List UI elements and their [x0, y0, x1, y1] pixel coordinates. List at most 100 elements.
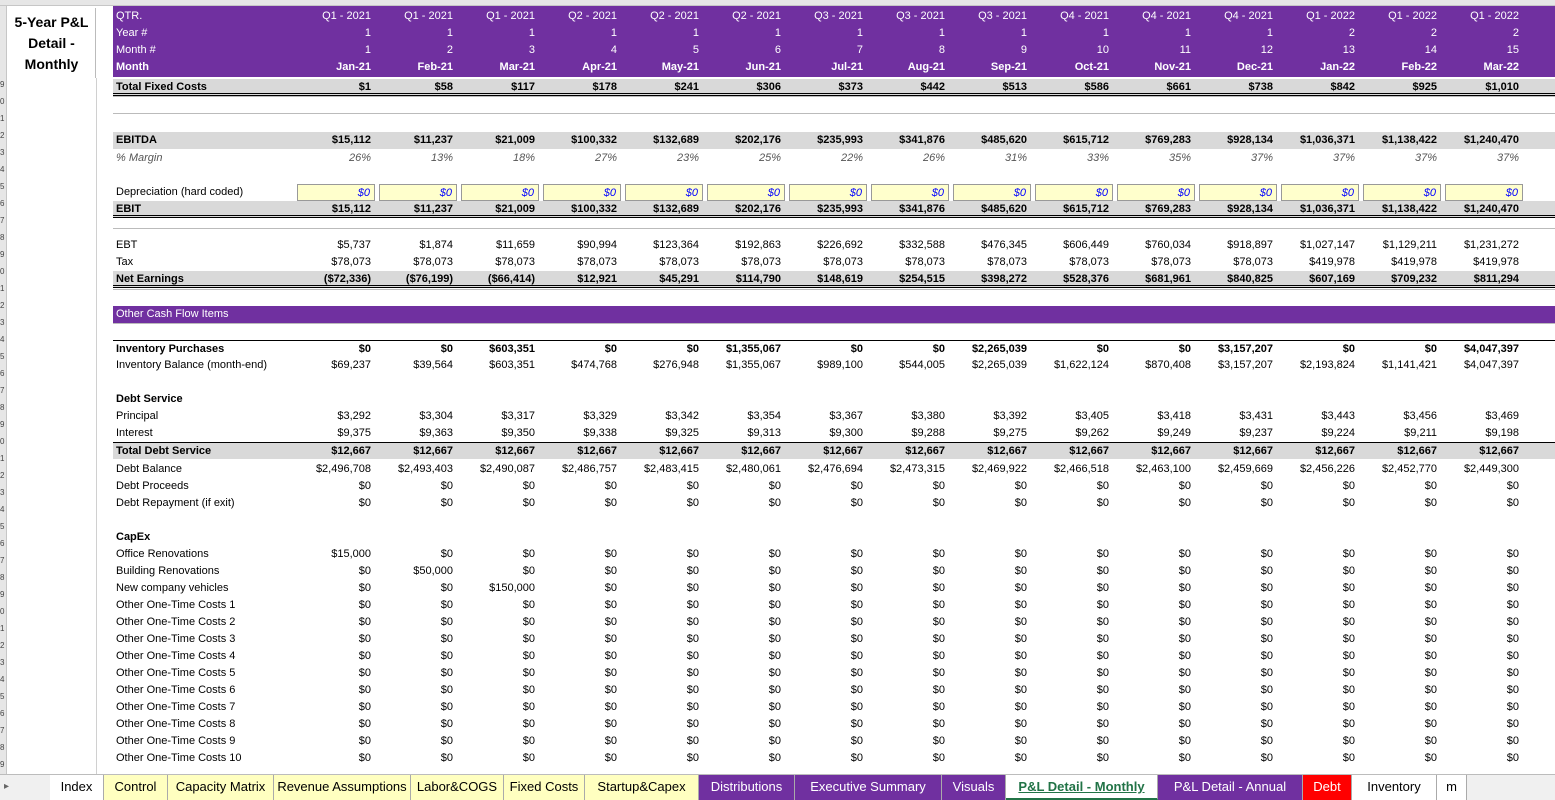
- header-cell[interactable]: Jul-21: [785, 59, 867, 76]
- table-cell[interactable]: $9,224: [1281, 425, 1359, 442]
- row-number[interactable]: 3: [0, 488, 7, 498]
- table-cell[interactable]: $0: [1363, 597, 1441, 614]
- table-cell[interactable]: $12,667: [297, 443, 375, 460]
- row-label[interactable]: New company vehicles: [116, 580, 229, 597]
- table-cell[interactable]: $513: [953, 79, 1031, 96]
- table-cell[interactable]: $0: [707, 648, 785, 665]
- table-cell[interactable]: 23%: [625, 150, 703, 167]
- table-cell[interactable]: $0: [1281, 546, 1359, 563]
- table-cell[interactable]: $0: [1035, 597, 1113, 614]
- table-cell[interactable]: 33%: [1035, 150, 1113, 167]
- table-cell[interactable]: $0: [707, 184, 785, 201]
- table-cell[interactable]: $0: [297, 631, 375, 648]
- table-cell[interactable]: $0: [1363, 478, 1441, 495]
- table-cell[interactable]: $681,961: [1117, 271, 1195, 288]
- table-cell[interactable]: $12,667: [1117, 443, 1195, 460]
- table-cell[interactable]: $0: [297, 341, 375, 358]
- table-cell[interactable]: $0: [1445, 184, 1523, 201]
- row-number[interactable]: 5: [0, 352, 7, 362]
- table-cell[interactable]: $0: [953, 750, 1031, 767]
- table-cell[interactable]: $0: [1363, 648, 1441, 665]
- table-cell[interactable]: $3,157,207: [1199, 357, 1277, 374]
- table-cell[interactable]: $0: [707, 682, 785, 699]
- table-cell[interactable]: $9,375: [297, 425, 375, 442]
- table-cell[interactable]: $373: [789, 79, 867, 96]
- table-cell[interactable]: ($76,199): [379, 271, 457, 288]
- table-cell[interactable]: $0: [461, 614, 539, 631]
- table-cell[interactable]: $0: [707, 495, 785, 512]
- table-cell[interactable]: $760,034: [1117, 237, 1195, 254]
- row-label[interactable]: Other One-Time Costs 1: [116, 597, 235, 614]
- table-cell[interactable]: $132,689: [625, 201, 703, 218]
- table-cell[interactable]: $398,272: [953, 271, 1031, 288]
- table-cell[interactable]: $0: [461, 597, 539, 614]
- table-cell[interactable]: $0: [625, 580, 703, 597]
- header-cell[interactable]: Q2 - 2021: [703, 8, 785, 25]
- table-cell[interactable]: $0: [871, 648, 949, 665]
- table-cell[interactable]: 37%: [1445, 150, 1523, 167]
- table-cell[interactable]: 27%: [543, 150, 621, 167]
- table-cell[interactable]: $12,667: [1035, 443, 1113, 460]
- table-cell[interactable]: $5,737: [297, 237, 375, 254]
- table-cell[interactable]: $0: [1281, 716, 1359, 733]
- row-number[interactable]: 0: [0, 607, 7, 617]
- header-cell[interactable]: 7: [785, 42, 867, 59]
- table-cell[interactable]: $0: [1363, 699, 1441, 716]
- table-cell[interactable]: $341,876: [871, 201, 949, 218]
- table-cell[interactable]: $0: [543, 665, 621, 682]
- table-cell[interactable]: $0: [707, 563, 785, 580]
- table-cell[interactable]: $4,047,397: [1445, 357, 1523, 374]
- header-cell[interactable]: Q3 - 2021: [785, 8, 867, 25]
- table-cell[interactable]: $9,300: [789, 425, 867, 442]
- header-cell[interactable]: May-21: [621, 59, 703, 76]
- sheet-tab[interactable]: Revenue Assumptions: [274, 775, 411, 800]
- table-cell[interactable]: $226,692: [789, 237, 867, 254]
- row-number[interactable]: 1: [0, 454, 7, 464]
- table-cell[interactable]: $0: [379, 184, 457, 201]
- row-label[interactable]: Other One-Time Costs 8: [116, 716, 235, 733]
- table-cell[interactable]: $1,141,421: [1363, 357, 1441, 374]
- table-cell[interactable]: $925: [1363, 79, 1441, 96]
- row-number[interactable]: 8: [0, 573, 7, 583]
- header-cell[interactable]: Q3 - 2021: [867, 8, 949, 25]
- table-cell[interactable]: $78,073: [297, 254, 375, 271]
- row-number[interactable]: 6: [0, 369, 7, 379]
- table-cell[interactable]: $0: [707, 716, 785, 733]
- row-label[interactable]: Inventory Purchases: [116, 341, 224, 358]
- table-cell[interactable]: $709,232: [1363, 271, 1441, 288]
- table-cell[interactable]: $12,921: [543, 271, 621, 288]
- table-cell[interactable]: $0: [953, 699, 1031, 716]
- row-label[interactable]: Tax: [116, 254, 133, 271]
- table-cell[interactable]: $2,490,087: [461, 461, 539, 478]
- row-number[interactable]: 0: [0, 437, 7, 447]
- row-number[interactable]: 1: [0, 114, 7, 124]
- table-cell[interactable]: $3,405: [1035, 408, 1113, 425]
- table-cell[interactable]: $1,010: [1445, 79, 1523, 96]
- header-cell[interactable]: 1: [1113, 25, 1195, 42]
- table-cell[interactable]: $0: [1363, 184, 1441, 201]
- table-cell[interactable]: $0: [1445, 750, 1523, 767]
- table-cell[interactable]: $0: [789, 495, 867, 512]
- table-cell[interactable]: $0: [379, 631, 457, 648]
- table-cell[interactable]: $0: [297, 716, 375, 733]
- table-cell[interactable]: $615,712: [1035, 201, 1113, 218]
- table-cell[interactable]: $78,073: [461, 254, 539, 271]
- table-cell[interactable]: $0: [543, 341, 621, 358]
- table-cell[interactable]: $0: [625, 478, 703, 495]
- table-cell[interactable]: $9,288: [871, 425, 949, 442]
- header-cell[interactable]: 1: [949, 25, 1031, 42]
- header-cell[interactable]: Mar-22: [1441, 59, 1523, 76]
- table-cell[interactable]: $0: [871, 478, 949, 495]
- table-cell[interactable]: $0: [1035, 733, 1113, 750]
- table-cell[interactable]: $1,231,272: [1445, 237, 1523, 254]
- table-cell[interactable]: $0: [871, 682, 949, 699]
- table-cell[interactable]: $0: [625, 614, 703, 631]
- row-number[interactable]: 6: [0, 709, 7, 719]
- table-cell[interactable]: $2,483,415: [625, 461, 703, 478]
- table-cell[interactable]: $0: [1445, 478, 1523, 495]
- table-cell[interactable]: $0: [1445, 648, 1523, 665]
- table-cell[interactable]: $276,948: [625, 357, 703, 374]
- table-cell[interactable]: $114,790: [707, 271, 785, 288]
- table-cell[interactable]: $0: [1281, 597, 1359, 614]
- table-cell[interactable]: $2,265,039: [953, 357, 1031, 374]
